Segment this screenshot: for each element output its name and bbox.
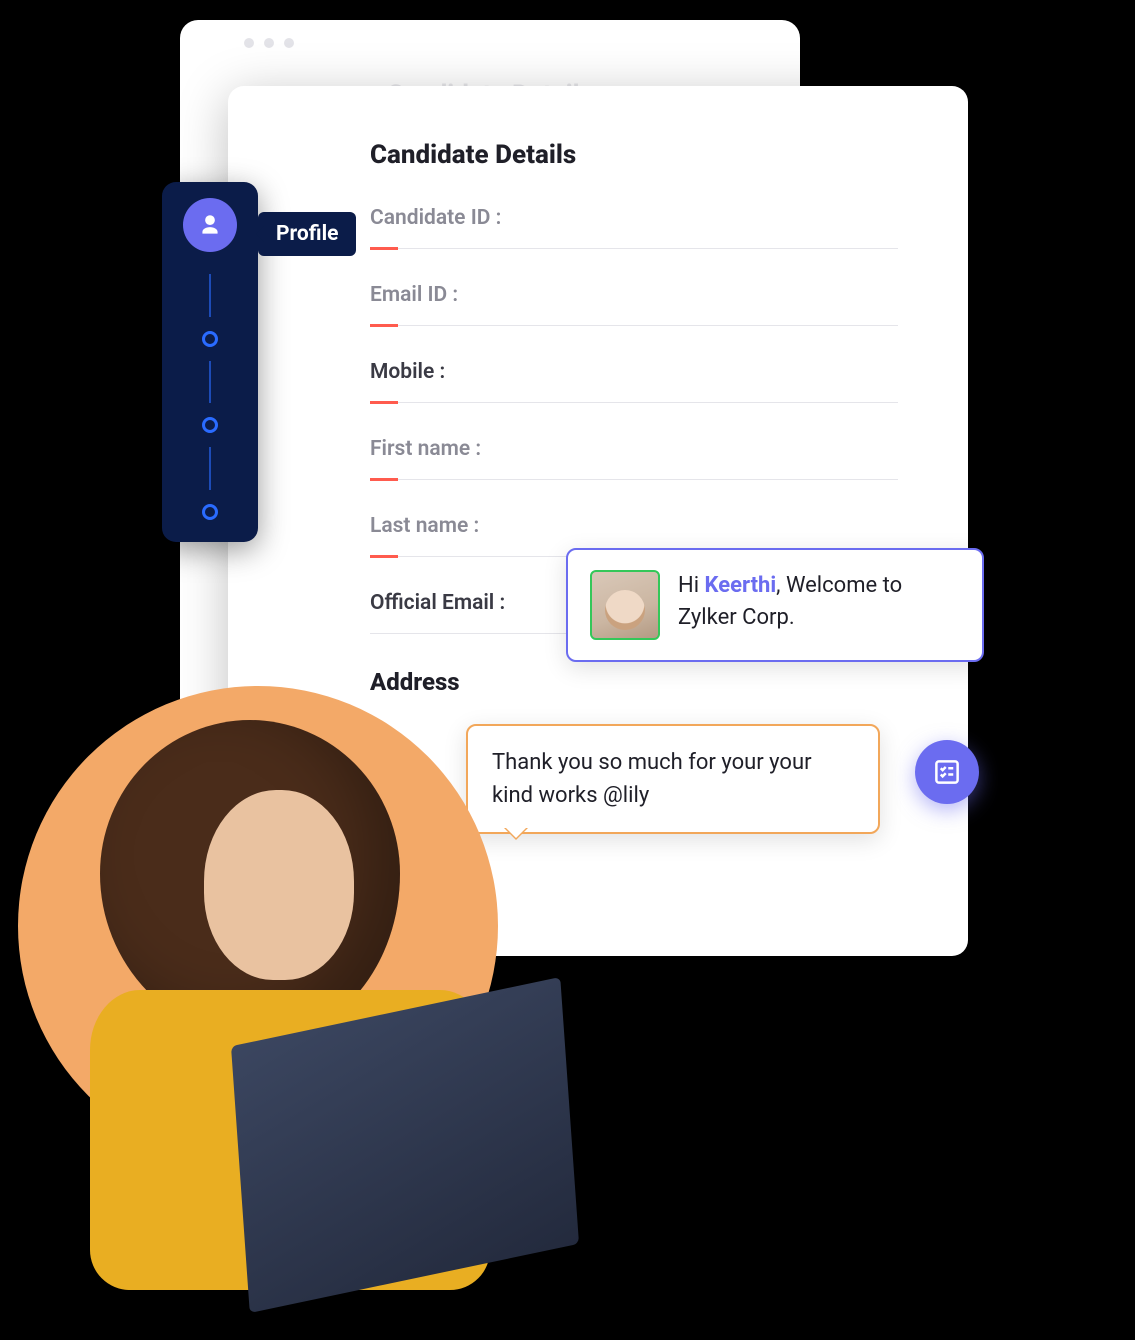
window-controls	[244, 38, 294, 48]
field-candidate-id[interactable]: Candidate ID :	[370, 206, 898, 249]
wizard-connector	[209, 447, 211, 490]
chat-text-prefix: Hi	[678, 573, 705, 598]
chat-bubble-welcome: Hi Keerthi, Welcome to Zylker Corp.	[566, 548, 984, 662]
person-icon	[197, 212, 223, 238]
field-underline	[370, 402, 898, 403]
chat-highlight-name: Keerthi	[705, 573, 777, 598]
wizard-connector	[209, 361, 211, 404]
wizard-step-3[interactable]	[202, 417, 218, 433]
checklist-icon	[932, 757, 962, 787]
field-underline	[370, 479, 898, 480]
field-email-id[interactable]: Email ID :	[370, 283, 898, 326]
field-first-name[interactable]: First name :	[370, 437, 898, 480]
required-indicator	[370, 324, 398, 327]
checklist-fab[interactable]	[915, 740, 979, 804]
field-label: First name :	[370, 437, 898, 461]
wizard-stepper	[162, 182, 258, 542]
window-dot	[284, 38, 294, 48]
chat-message: Hi Keerthi, Welcome to Zylker Corp.	[678, 570, 960, 634]
window-dot	[264, 38, 274, 48]
field-label: Email ID :	[370, 283, 898, 307]
field-label: Candidate ID :	[370, 206, 898, 230]
wizard-step-tooltip: Profile	[258, 212, 356, 256]
field-underline	[370, 248, 898, 249]
field-label: Mobile :	[370, 360, 898, 384]
field-label: Last name :	[370, 514, 898, 538]
decorative-person-photo	[20, 640, 588, 1280]
form-title: Candidate Details	[370, 140, 898, 170]
window-dot	[244, 38, 254, 48]
required-indicator	[370, 401, 398, 404]
wizard-step-4[interactable]	[202, 504, 218, 520]
wizard-step-2[interactable]	[202, 331, 218, 347]
required-indicator	[370, 247, 398, 250]
wizard-connector	[209, 274, 211, 317]
wizard-step-profile[interactable]	[183, 198, 237, 252]
required-indicator	[370, 478, 398, 481]
field-mobile[interactable]: Mobile :	[370, 360, 898, 403]
avatar	[590, 570, 660, 640]
field-underline	[370, 325, 898, 326]
required-indicator	[370, 555, 398, 558]
